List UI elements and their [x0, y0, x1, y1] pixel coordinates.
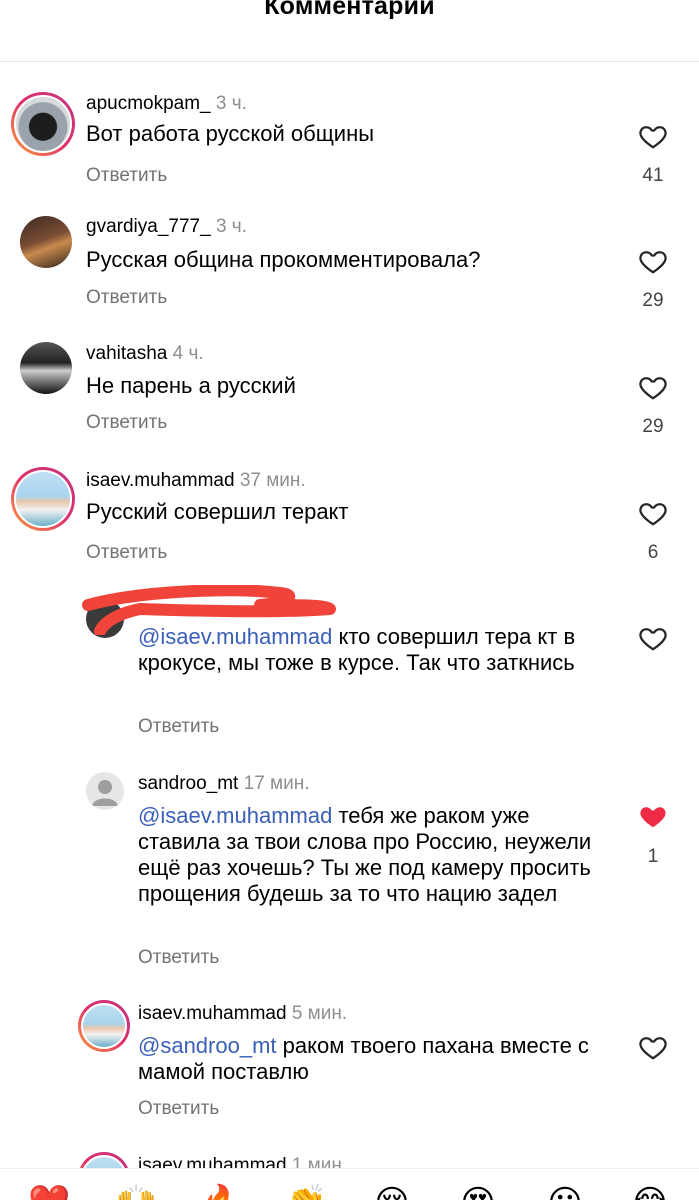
- avatar[interactable]: [11, 92, 75, 156]
- timestamp: 3 ч.: [215, 93, 247, 114]
- username[interactable]: gvardiya_777_: [86, 216, 211, 237]
- mention-link[interactable]: @isaev.muhammad: [138, 624, 332, 649]
- heart-icon[interactable]: [638, 246, 668, 276]
- page-title: Комментарии: [264, 0, 435, 20]
- comment-meta: apucmokpam_ 3 ч.: [86, 93, 247, 115]
- username[interactable]: isaev.muhammad: [138, 1003, 287, 1024]
- timestamp: 3 ч.: [215, 216, 247, 237]
- avatar[interactable]: [86, 772, 124, 810]
- heart-icon[interactable]: [638, 498, 668, 528]
- reply-meta: isaev.muhammad 5 мин.: [138, 1003, 347, 1025]
- comment-meta: vahitasha 4 ч.: [86, 343, 204, 365]
- like-count: 29: [642, 290, 664, 311]
- heart-icon[interactable]: [638, 372, 668, 402]
- like-count: 1: [647, 846, 659, 867]
- avatar[interactable]: [11, 467, 75, 531]
- reply-button[interactable]: Ответить: [86, 542, 167, 564]
- timestamp: 5 мин.: [291, 1003, 348, 1024]
- timestamp: 17 мин.: [243, 773, 310, 794]
- comment-text: Вот работа русской общины: [86, 121, 375, 146]
- comment-meta: gvardiya_777_ 3 ч.: [86, 216, 247, 238]
- reply-text: @sandroo_mt раком твоего пахана вместе с…: [138, 1033, 618, 1085]
- timestamp: 37 мин.: [239, 470, 306, 491]
- reaction-laugh-icon[interactable]: 😂: [630, 1183, 670, 1200]
- reaction-heart-eyes-icon[interactable]: 😍: [458, 1183, 498, 1200]
- username[interactable]: isaev.muhammad: [86, 470, 235, 491]
- reaction-raised-hands-icon[interactable]: 🙌: [115, 1183, 157, 1200]
- timestamp: 4 ч.: [172, 343, 204, 364]
- reply-meta: sandroo_mt 17 мин.: [138, 773, 310, 795]
- reply-button[interactable]: Ответить: [138, 1098, 219, 1120]
- reply-button[interactable]: Ответить: [138, 716, 219, 738]
- comment-meta: isaev.muhammad 37 мин.: [86, 470, 306, 492]
- reply-text: @isaev.muhammad кто совершил тера кт в к…: [138, 624, 618, 676]
- heart-icon[interactable]: [638, 121, 668, 151]
- heart-icon[interactable]: [638, 1032, 668, 1062]
- like-count: 6: [647, 542, 659, 563]
- reaction-sad-icon[interactable]: 😢: [372, 1183, 412, 1200]
- header: Комментарии: [0, 0, 699, 62]
- username[interactable]: vahitasha: [86, 343, 167, 364]
- comment-text: Русский совершил теракт: [86, 499, 349, 524]
- username[interactable]: apucmokpam_: [86, 93, 211, 114]
- reply-text: @isaev.muhammad тебя же раком уже ставил…: [138, 803, 598, 907]
- reaction-heart-icon[interactable]: ❤️: [28, 1183, 70, 1200]
- reaction-fire-icon[interactable]: 🔥: [200, 1183, 242, 1200]
- mention-link[interactable]: @isaev.muhammad: [138, 803, 332, 828]
- reaction-clap-icon[interactable]: 👏: [285, 1183, 327, 1200]
- comment-text: Русская община прокомментировала?: [86, 247, 481, 272]
- reply-button[interactable]: Ответить: [86, 165, 167, 187]
- emoji-reaction-bar: ❤️ 🙌 🔥 👏 😢 😍 😮 😂: [0, 1168, 699, 1200]
- like-count: 29: [642, 416, 664, 437]
- avatar[interactable]: [20, 216, 72, 268]
- reply-button[interactable]: Ответить: [138, 947, 219, 969]
- heart-filled-icon[interactable]: [638, 801, 668, 831]
- comment-text: Не парень а русский: [86, 373, 296, 398]
- username[interactable]: sandroo_mt: [138, 773, 238, 794]
- reply-button[interactable]: Ответить: [86, 412, 167, 434]
- reaction-surprised-icon[interactable]: 😮: [545, 1183, 585, 1200]
- reply-button[interactable]: Ответить: [86, 287, 167, 309]
- avatar[interactable]: [20, 342, 72, 394]
- avatar[interactable]: [78, 1000, 130, 1052]
- heart-icon[interactable]: [638, 623, 668, 653]
- mention-link[interactable]: @sandroo_mt: [138, 1033, 277, 1058]
- like-count: 41: [642, 165, 664, 186]
- default-avatar-icon: [92, 780, 118, 806]
